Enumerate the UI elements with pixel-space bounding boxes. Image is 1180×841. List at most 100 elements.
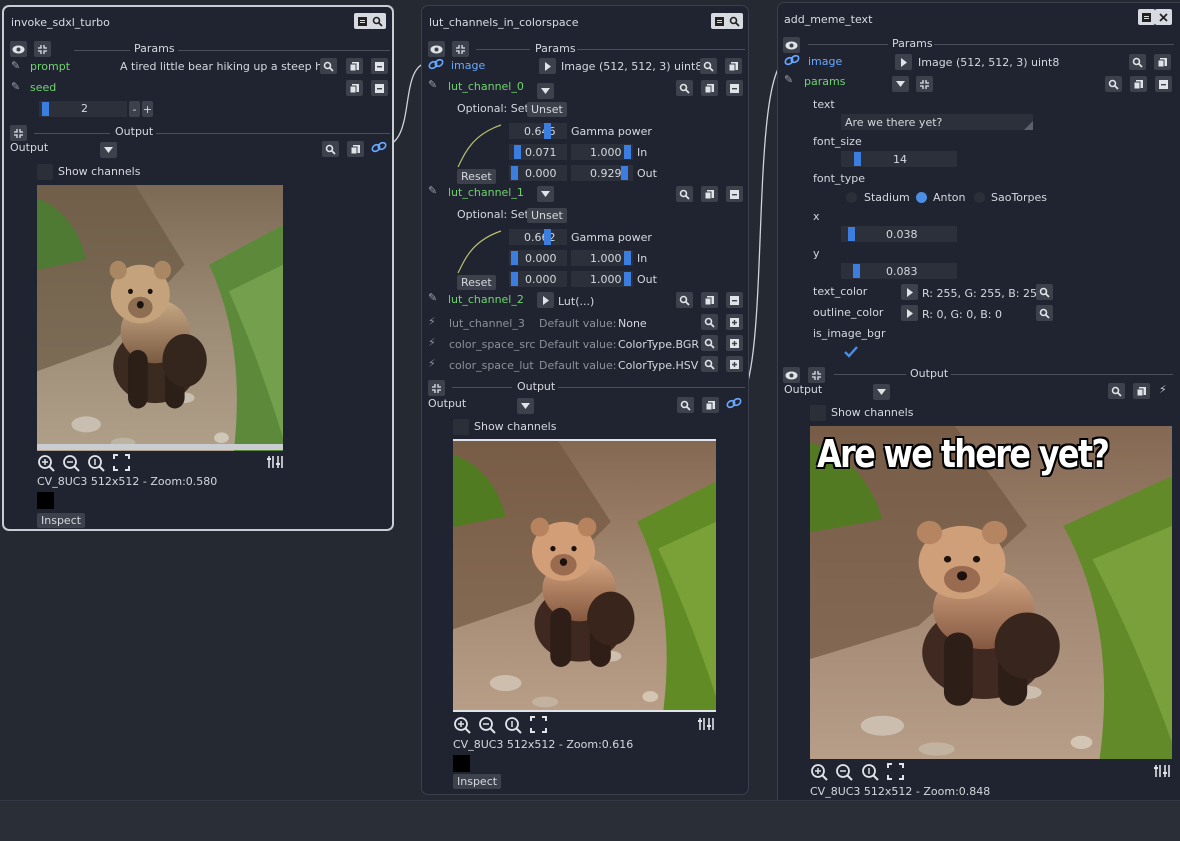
seed-decrement[interactable]: - [129, 101, 140, 117]
zoom-reset-icon[interactable] [87, 454, 105, 475]
collapse-button[interactable] [452, 41, 469, 57]
copy-button[interactable] [1133, 383, 1150, 399]
search-button[interactable] [1036, 305, 1053, 321]
copy-button[interactable] [701, 292, 718, 308]
zoom-out-icon[interactable] [478, 716, 496, 737]
prompt-value[interactable]: A tired little bear hiking up a steep hi… [120, 60, 336, 73]
node-add-meme-text[interactable]: add_meme_text Params image Image (512, 5… [777, 2, 1180, 802]
zoom-in-icon[interactable] [810, 763, 828, 784]
link-icon[interactable] [371, 140, 387, 157]
search-button[interactable] [1129, 54, 1146, 70]
search-button[interactable] [676, 186, 693, 202]
remove-button[interactable] [726, 186, 743, 202]
search-button[interactable] [676, 80, 693, 96]
output-select[interactable]: Output [428, 397, 466, 410]
search-button[interactable] [677, 397, 694, 413]
collapse-button[interactable] [428, 380, 445, 396]
node-invoke-sdxl-turbo[interactable]: invoke_sdxl_turbo Params ✎ prompt A tire… [2, 5, 394, 531]
search-button[interactable] [320, 58, 337, 74]
copy-button[interactable] [1130, 76, 1147, 92]
close-button[interactable] [1155, 9, 1172, 25]
output-select[interactable]: Output [10, 141, 48, 154]
out-min-handle[interactable] [511, 166, 518, 180]
zoom-in-icon[interactable] [453, 716, 471, 737]
inspect-button[interactable]: Inspect [453, 774, 502, 789]
fit-icon[interactable] [887, 763, 904, 783]
copy-button[interactable] [346, 58, 363, 74]
copy-button[interactable] [346, 80, 363, 96]
in-min-handle[interactable] [511, 251, 518, 265]
adjust-icon[interactable] [698, 716, 716, 735]
eye-button[interactable] [10, 41, 27, 57]
out-min-handle[interactable] [511, 272, 518, 286]
copy-button[interactable] [701, 186, 718, 202]
add-button[interactable] [726, 356, 743, 372]
eye-button[interactable] [783, 37, 800, 53]
copy-button[interactable] [347, 141, 364, 157]
remove-button[interactable] [371, 58, 388, 74]
search-button[interactable] [701, 356, 718, 372]
search-button[interactable] [700, 58, 717, 74]
reset-button[interactable]: Reset [457, 275, 496, 290]
collapse-button[interactable] [916, 76, 933, 92]
plug-icon[interactable]: ⚡ [1159, 383, 1167, 396]
unset-button[interactable]: Unset [527, 208, 567, 223]
inspect-button[interactable]: Inspect [37, 513, 86, 528]
collapse-button[interactable] [34, 41, 51, 57]
dropdown-button[interactable] [892, 76, 909, 92]
copy-button[interactable] [702, 397, 719, 413]
y-slider-handle[interactable] [853, 264, 860, 278]
fit-icon[interactable] [530, 716, 547, 736]
remove-button[interactable] [726, 80, 743, 96]
zoom-out-icon[interactable] [62, 454, 80, 475]
collapse-button[interactable] [10, 125, 27, 141]
search-button[interactable] [1105, 76, 1122, 92]
output-select[interactable]: Output [784, 383, 822, 396]
node-lut-channels[interactable]: lut_channels_in_colorspace Params image … [421, 5, 749, 795]
adjust-icon[interactable] [267, 454, 285, 473]
copy-button[interactable] [725, 58, 742, 74]
remove-button[interactable] [1155, 76, 1172, 92]
add-button[interactable] [726, 335, 743, 351]
zoom-reset-icon[interactable] [504, 716, 522, 737]
dropdown-button[interactable] [537, 186, 554, 202]
in-max-handle[interactable] [624, 145, 631, 159]
is-image-bgr-checkbox[interactable] [842, 343, 860, 361]
show-channels-checkbox[interactable] [810, 405, 826, 421]
font-radio-stadium[interactable] [846, 192, 857, 203]
output-image[interactable]: Are we there yet? [810, 426, 1172, 759]
dropdown-button[interactable] [537, 83, 554, 99]
zoom-out-icon[interactable] [835, 763, 853, 784]
show-channels-checkbox[interactable] [453, 419, 469, 435]
add-button[interactable] [726, 314, 743, 330]
adjust-icon[interactable] [1154, 763, 1172, 782]
link-icon[interactable] [428, 57, 444, 74]
search-button[interactable] [1036, 284, 1053, 300]
zoom-reset-icon[interactable] [861, 763, 879, 784]
eye-button[interactable] [783, 367, 800, 383]
search-button[interactable] [676, 292, 693, 308]
search-button[interactable] [369, 13, 386, 29]
search-button[interactable] [701, 335, 718, 351]
search-button[interactable] [322, 141, 339, 157]
seed-slider-handle[interactable] [42, 102, 49, 116]
unset-button[interactable]: Unset [527, 102, 567, 117]
search-button[interactable] [701, 314, 718, 330]
fit-icon[interactable] [113, 454, 130, 474]
font-radio-anton[interactable] [916, 192, 927, 203]
x-slider-handle[interactable] [848, 227, 855, 241]
show-channels-checkbox[interactable] [37, 164, 53, 180]
dropdown-button[interactable] [517, 398, 534, 414]
remove-button[interactable] [726, 292, 743, 308]
collapse-button[interactable] [808, 367, 825, 383]
expand-button[interactable] [539, 58, 556, 74]
reset-button[interactable]: Reset [457, 169, 496, 184]
doc-button[interactable] [1138, 9, 1155, 25]
seed-increment[interactable]: + [142, 101, 153, 117]
in-min-handle[interactable] [514, 145, 521, 159]
eye-button[interactable] [428, 41, 445, 57]
resize-grip-icon[interactable] [1024, 121, 1033, 130]
dropdown-button[interactable] [100, 142, 117, 158]
image-scrollbar[interactable] [37, 444, 283, 450]
font-radio-saotorpes[interactable] [974, 192, 985, 203]
